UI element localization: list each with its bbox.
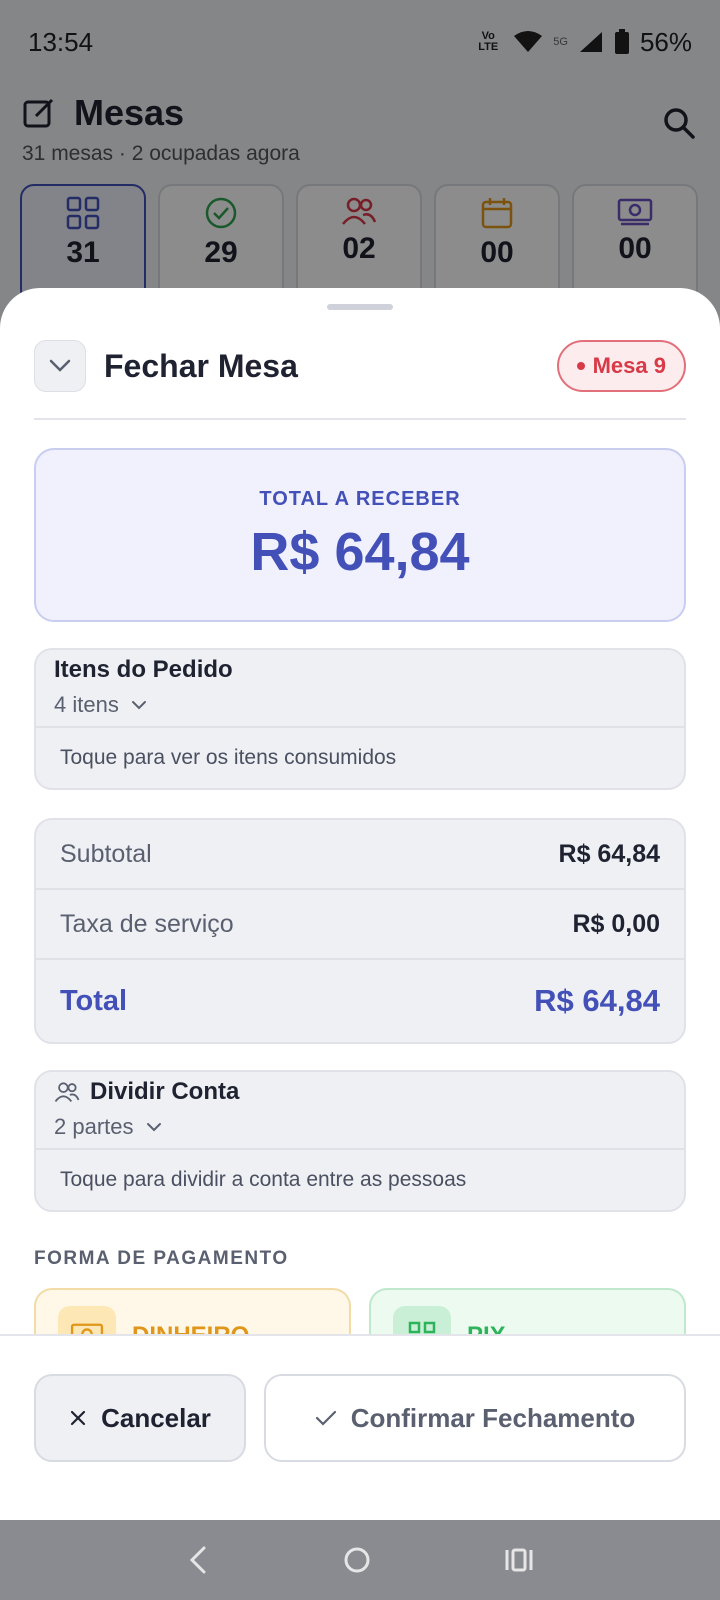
cancel-button[interactable]: Cancelar [34,1374,246,1462]
back-icon[interactable] [186,1545,210,1575]
subtotal-value: R$ 64,84 [558,839,660,868]
sheet-footer: Cancelar Confirmar Fechamento [0,1334,720,1520]
table-badge: Mesa 9 [556,340,686,392]
chevron-down-icon [146,1123,161,1132]
confirm-label: Confirmar Fechamento [350,1402,636,1433]
summary-total-label: Total [60,984,128,1017]
total-amount: R$ 64,84 [250,521,470,582]
split-bill-title: Dividir Conta [90,1078,240,1105]
bill-summary: Subtotal R$ 64,84 Taxa de serviço R$ 0,0… [34,818,686,1044]
split-bill-hint: Toque para dividir a conta entre as pess… [60,1168,467,1191]
service-fee-value: R$ 0,00 [572,909,660,938]
order-items-count: 4 itens [54,692,119,717]
split-parts: 2 partes [54,1114,134,1139]
summary-total-value: R$ 64,84 [534,983,660,1018]
people-icon [54,1082,80,1102]
cancel-label: Cancelar [101,1402,211,1433]
system-nav-bar [0,1520,720,1600]
total-to-receive-card: TOTAL A RECEBER R$ 64,84 [34,448,686,622]
total-row: Total R$ 64,84 [36,960,684,1042]
status-dot-icon [576,362,585,370]
order-items-hint: Toque para ver os itens consumidos [60,746,397,769]
chevron-down-icon [49,359,71,372]
table-badge-label: Mesa 9 [592,353,666,378]
split-bill-accordion[interactable]: Dividir Conta 2 partes Toque para dividi… [34,1070,686,1212]
payment-method-label: FORMA DE PAGAMENTO [34,1248,289,1269]
confirm-close-button[interactable]: Confirmar Fechamento [264,1374,686,1462]
order-items-accordion[interactable]: Itens do Pedido 4 itens Toque para ver o… [34,648,686,790]
chevron-down-icon [131,701,146,710]
order-items-title: Itens do Pedido [54,656,233,683]
recents-icon[interactable] [504,1547,534,1573]
header-divider [34,418,686,420]
sheet-title: Fechar Mesa [104,347,298,384]
service-fee-row: Taxa de serviço R$ 0,00 [36,890,684,960]
subtotal-label: Subtotal [60,839,152,868]
check-icon [315,1410,336,1426]
service-fee-label: Taxa de serviço [60,909,234,938]
collapse-button[interactable] [34,340,86,392]
total-label: TOTAL A RECEBER [259,487,461,510]
close-icon [70,1410,86,1426]
home-icon[interactable] [342,1545,372,1575]
order-items-header[interactable]: Itens do Pedido 4 itens [36,650,684,728]
subtotal-row: Subtotal R$ 64,84 [36,820,684,890]
split-bill-header[interactable]: Dividir Conta 2 partes [36,1072,684,1150]
sheet-header: Fechar Mesa Mesa 9 [0,310,720,396]
